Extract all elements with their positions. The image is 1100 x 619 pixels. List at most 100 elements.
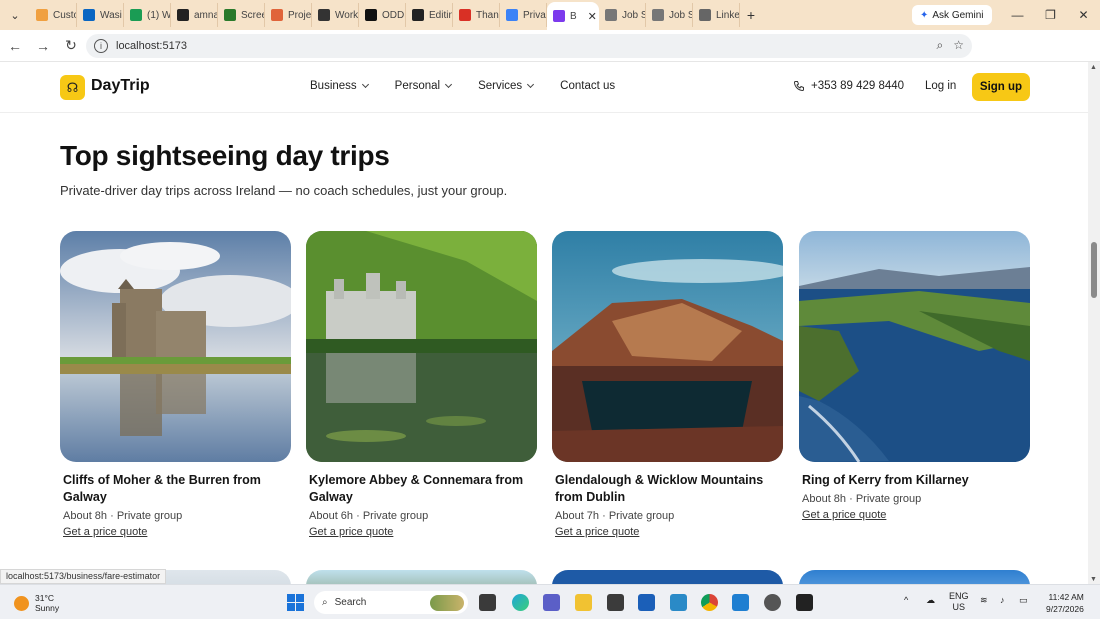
browser-tab[interactable]: amna xyxy=(171,3,218,27)
task-view-icon[interactable] xyxy=(479,594,496,611)
arrow-left-icon: ← xyxy=(8,37,22,54)
trip-image-mountain[interactable] xyxy=(552,231,783,462)
teams-icon[interactable] xyxy=(543,594,560,611)
scroll-up-icon[interactable]: ▲ xyxy=(1090,64,1097,71)
restore-button[interactable]: ❐ xyxy=(1034,0,1067,30)
price-quote-link[interactable]: Get a price quote xyxy=(309,526,393,538)
nav-item-services[interactable]: Services xyxy=(478,80,535,92)
browser-tab[interactable]: Custo xyxy=(30,3,77,27)
phone-link[interactable]: +353 89 429 8440 xyxy=(793,80,904,92)
trip-title[interactable]: Glendalough & Wicklow Mountains from Dub… xyxy=(555,472,780,506)
browser-tab[interactable]: Work xyxy=(312,3,359,27)
price-quote-link[interactable]: Get a price quote xyxy=(802,509,886,521)
trip-card-next-row[interactable] xyxy=(306,570,537,584)
trip-card[interactable]: Kylemore Abbey & Connemara from Galway A… xyxy=(306,231,537,540)
trip-title[interactable]: Cliffs of Moher & the Burren from Galway xyxy=(63,472,288,506)
browser-tab[interactable]: Scree xyxy=(218,3,265,27)
tab-label: Scree xyxy=(241,9,265,21)
volume-icon[interactable]: ♪ xyxy=(1000,595,1005,605)
login-link[interactable]: Log in xyxy=(925,80,956,92)
main-nav: Business Personal Services Contact us xyxy=(310,80,615,92)
signup-button[interactable]: Sign up xyxy=(972,73,1030,101)
browser-tab[interactable]: B ✕ xyxy=(547,2,599,30)
trip-title[interactable]: Kylemore Abbey & Connemara from Galway xyxy=(309,472,534,506)
terminal-icon[interactable] xyxy=(796,594,813,611)
notepad-icon[interactable] xyxy=(670,594,687,611)
language-indicator[interactable]: ENG US xyxy=(949,591,969,613)
tab-favicon-icon xyxy=(605,9,617,21)
trip-card[interactable]: Cliffs of Moher & the Burren from Galway… xyxy=(60,231,291,540)
tab-favicon-icon xyxy=(506,9,518,21)
browser-tab[interactable]: Job S xyxy=(646,3,693,27)
trip-title[interactable]: Ring of Kerry from Killarney xyxy=(802,472,1027,489)
brand-name[interactable]: DayTrip xyxy=(91,77,150,95)
trip-image-castle[interactable] xyxy=(60,231,291,462)
search-highlight-icon xyxy=(430,594,464,611)
browser-tab[interactable]: Editin xyxy=(406,3,453,27)
reload-button[interactable]: ↻ xyxy=(58,33,84,59)
scroll-down-icon[interactable]: ▼ xyxy=(1090,576,1097,583)
sun-icon xyxy=(14,595,29,611)
github-desktop-icon[interactable] xyxy=(764,594,781,611)
browser-tab[interactable]: Wasi xyxy=(77,3,124,27)
tab-label: Proje xyxy=(288,9,312,21)
nav-item-contact-us[interactable]: Contact us xyxy=(560,80,615,92)
browser-tab[interactable]: ODD xyxy=(359,3,406,27)
bookmark-star-icon[interactable]: ☆ xyxy=(953,38,964,53)
file-explorer-icon[interactable] xyxy=(575,594,592,611)
weather-widget[interactable]: 31°C Sunny xyxy=(14,593,59,613)
ask-gemini-button[interactable]: ✦ Ask Gemini xyxy=(912,5,992,25)
browser-tab[interactable]: Proje xyxy=(265,3,312,27)
price-quote-link[interactable]: Get a price quote xyxy=(63,526,147,538)
trip-image-abbey[interactable] xyxy=(306,231,537,462)
store-icon[interactable] xyxy=(638,594,655,611)
windows-taskbar: 31°C Sunny ⌕ Search ^ ☁ ENG US ≋ ♪ ▭ 11:… xyxy=(0,584,1100,619)
nav-item-personal[interactable]: Personal xyxy=(395,80,453,92)
trip-image-coast[interactable] xyxy=(799,231,1030,462)
browser-tab[interactable]: Linke xyxy=(693,3,740,27)
network-status-icon[interactable]: ☁ xyxy=(926,595,935,606)
address-bar[interactable]: i localhost:5173 ⌕ ☆ xyxy=(86,34,972,58)
browser-tab[interactable]: Than xyxy=(453,3,500,27)
page-scrollbar[interactable]: ▲ ▼ xyxy=(1088,62,1100,584)
system-clock[interactable]: 11:42 AM 9/27/2026 xyxy=(1046,591,1084,615)
trip-card[interactable]: Ring of Kerry from Killarney About 8h · … xyxy=(799,231,1030,523)
zoom-icon[interactable]: ⌕ xyxy=(937,38,944,53)
chevron-down-icon xyxy=(527,80,535,89)
price-quote-link[interactable]: Get a price quote xyxy=(555,526,639,538)
trip-card-next-row[interactable] xyxy=(799,570,1030,584)
edge-icon[interactable] xyxy=(512,594,529,611)
tray-overflow-icon[interactable]: ^ xyxy=(904,595,908,605)
trip-meta: About 8h · Private group xyxy=(802,493,922,505)
browser-tab[interactable]: Priva xyxy=(500,3,547,27)
windows-start-icon[interactable] xyxy=(287,594,304,611)
close-tab-icon[interactable]: ✕ xyxy=(588,10,597,23)
link-status-url: localhost:5173/business/fare-estimator xyxy=(0,569,167,584)
battery-icon[interactable]: ▭ xyxy=(1019,595,1028,606)
tab-label: Than xyxy=(476,9,499,21)
browser-tab[interactable]: (1) W xyxy=(124,3,171,27)
reload-icon: ↻ xyxy=(65,37,77,53)
site-info-icon[interactable]: i xyxy=(94,39,108,53)
tab-favicon-icon xyxy=(36,9,48,21)
taskbar-search[interactable]: ⌕ Search xyxy=(314,591,468,614)
trip-card[interactable]: Glendalough & Wicklow Mountains from Dub… xyxy=(552,231,783,540)
new-tab-button[interactable]: + xyxy=(740,7,762,23)
tab-search-button[interactable]: ⌄ xyxy=(0,0,30,30)
nav-item-business[interactable]: Business xyxy=(310,80,369,92)
forward-button[interactable]: → xyxy=(30,33,56,59)
back-button[interactable]: ← xyxy=(2,33,28,59)
app-icon[interactable] xyxy=(607,594,624,611)
scrollbar-thumb[interactable] xyxy=(1091,242,1097,298)
tab-label: Custo xyxy=(53,9,77,21)
wifi-icon[interactable]: ≋ xyxy=(980,595,988,606)
trip-card-next-row[interactable] xyxy=(552,570,783,584)
daytrip-logo-icon[interactable]: ☊ xyxy=(60,75,85,100)
vscode-icon[interactable] xyxy=(732,594,749,611)
chrome-icon[interactable] xyxy=(701,594,718,611)
close-window-button[interactable]: ✕ xyxy=(1067,0,1100,30)
chevron-down-icon: ⌄ xyxy=(10,9,20,22)
browser-tab[interactable]: Job S xyxy=(599,3,646,27)
minimize-button[interactable]: — xyxy=(1001,0,1034,30)
site-header: ☊ DayTrip Business Personal Services Contac… xyxy=(0,62,1088,113)
